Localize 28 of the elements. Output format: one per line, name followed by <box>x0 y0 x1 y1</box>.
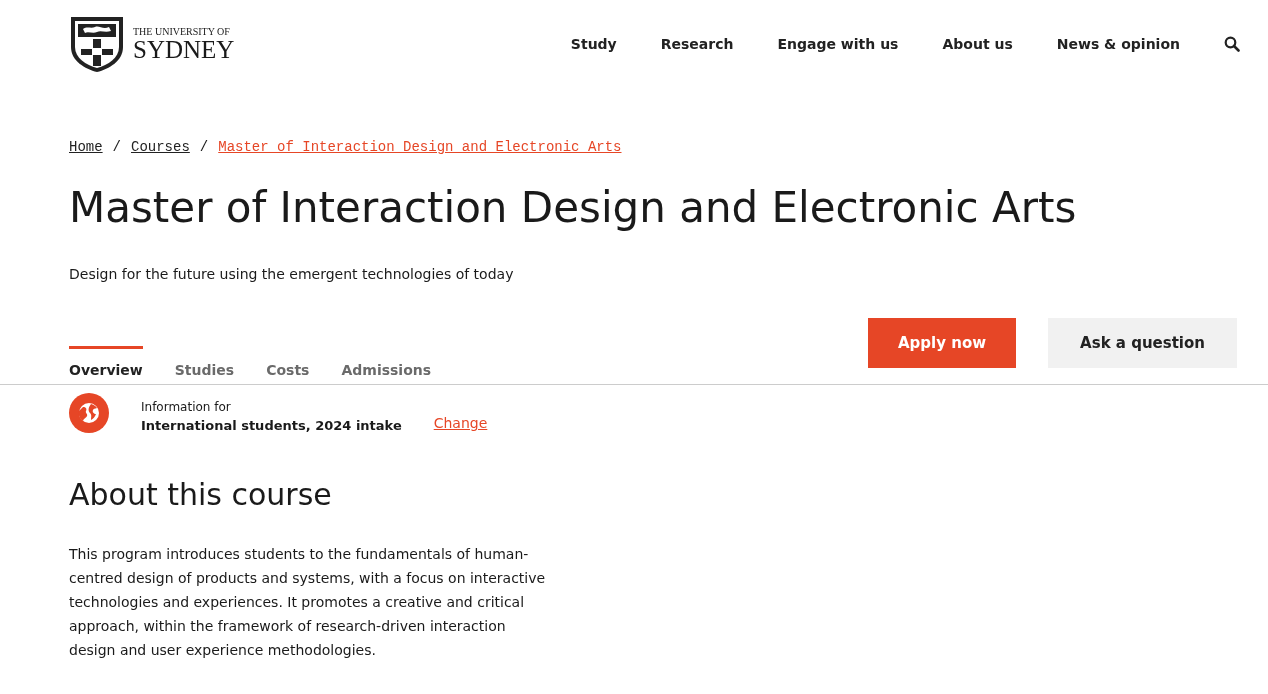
breadcrumb-separator: / <box>199 139 209 155</box>
logo-title: SYDNEY <box>133 36 235 62</box>
question-button[interactable]: Ask a question <box>1048 318 1237 368</box>
tab[interactable]: Studies <box>174 346 235 384</box>
breadcrumb-link[interactable]: Courses <box>131 139 190 155</box>
page-subtitle: Design for the future using the emergent technologies of today <box>69 266 515 282</box>
audience-label: International students, 2024 intake <box>141 418 402 433</box>
logo-subtitle: THE UNIVERSITY OF <box>133 26 231 37</box>
tab[interactable]: Admissions <box>341 346 432 384</box>
change-link[interactable]: Change <box>433 415 488 431</box>
tab[interactable]: Costs <box>266 346 310 384</box>
crest-icon <box>69 15 125 73</box>
globe-icon <box>69 393 109 433</box>
page-title: Master of Interaction Design and Electronic Arts <box>69 183 1078 232</box>
breadcrumb-link[interactable]: Home <box>69 139 103 155</box>
breadcrumb-separator: / <box>112 139 121 155</box>
nav-link[interactable]: Engage with us <box>777 36 899 52</box>
info-caption: Information for <box>141 400 232 414</box>
section-heading: About this course <box>69 477 333 512</box>
breadcrumb-link[interactable]: Master of Interaction Design and Electronic Arts <box>218 139 622 155</box>
course-description: This program introduces students to the fundamentals of human-centred design of products and systems, with a focus on interactive technologies and experiences. It promotes a creative and critical approach, within the framework of research-driven interaction design and user experience methodologies. <box>69 545 547 660</box>
nav-link[interactable]: Study <box>570 36 617 52</box>
nav-link[interactable]: News & opinion <box>1056 36 1180 52</box>
nav-link[interactable]: About us <box>942 36 1013 52</box>
tab[interactable]: Overview <box>69 346 143 384</box>
apply-button[interactable]: Apply now <box>868 318 1017 368</box>
search-icon[interactable] <box>1224 36 1240 52</box>
nav-link[interactable]: Research <box>660 36 734 52</box>
